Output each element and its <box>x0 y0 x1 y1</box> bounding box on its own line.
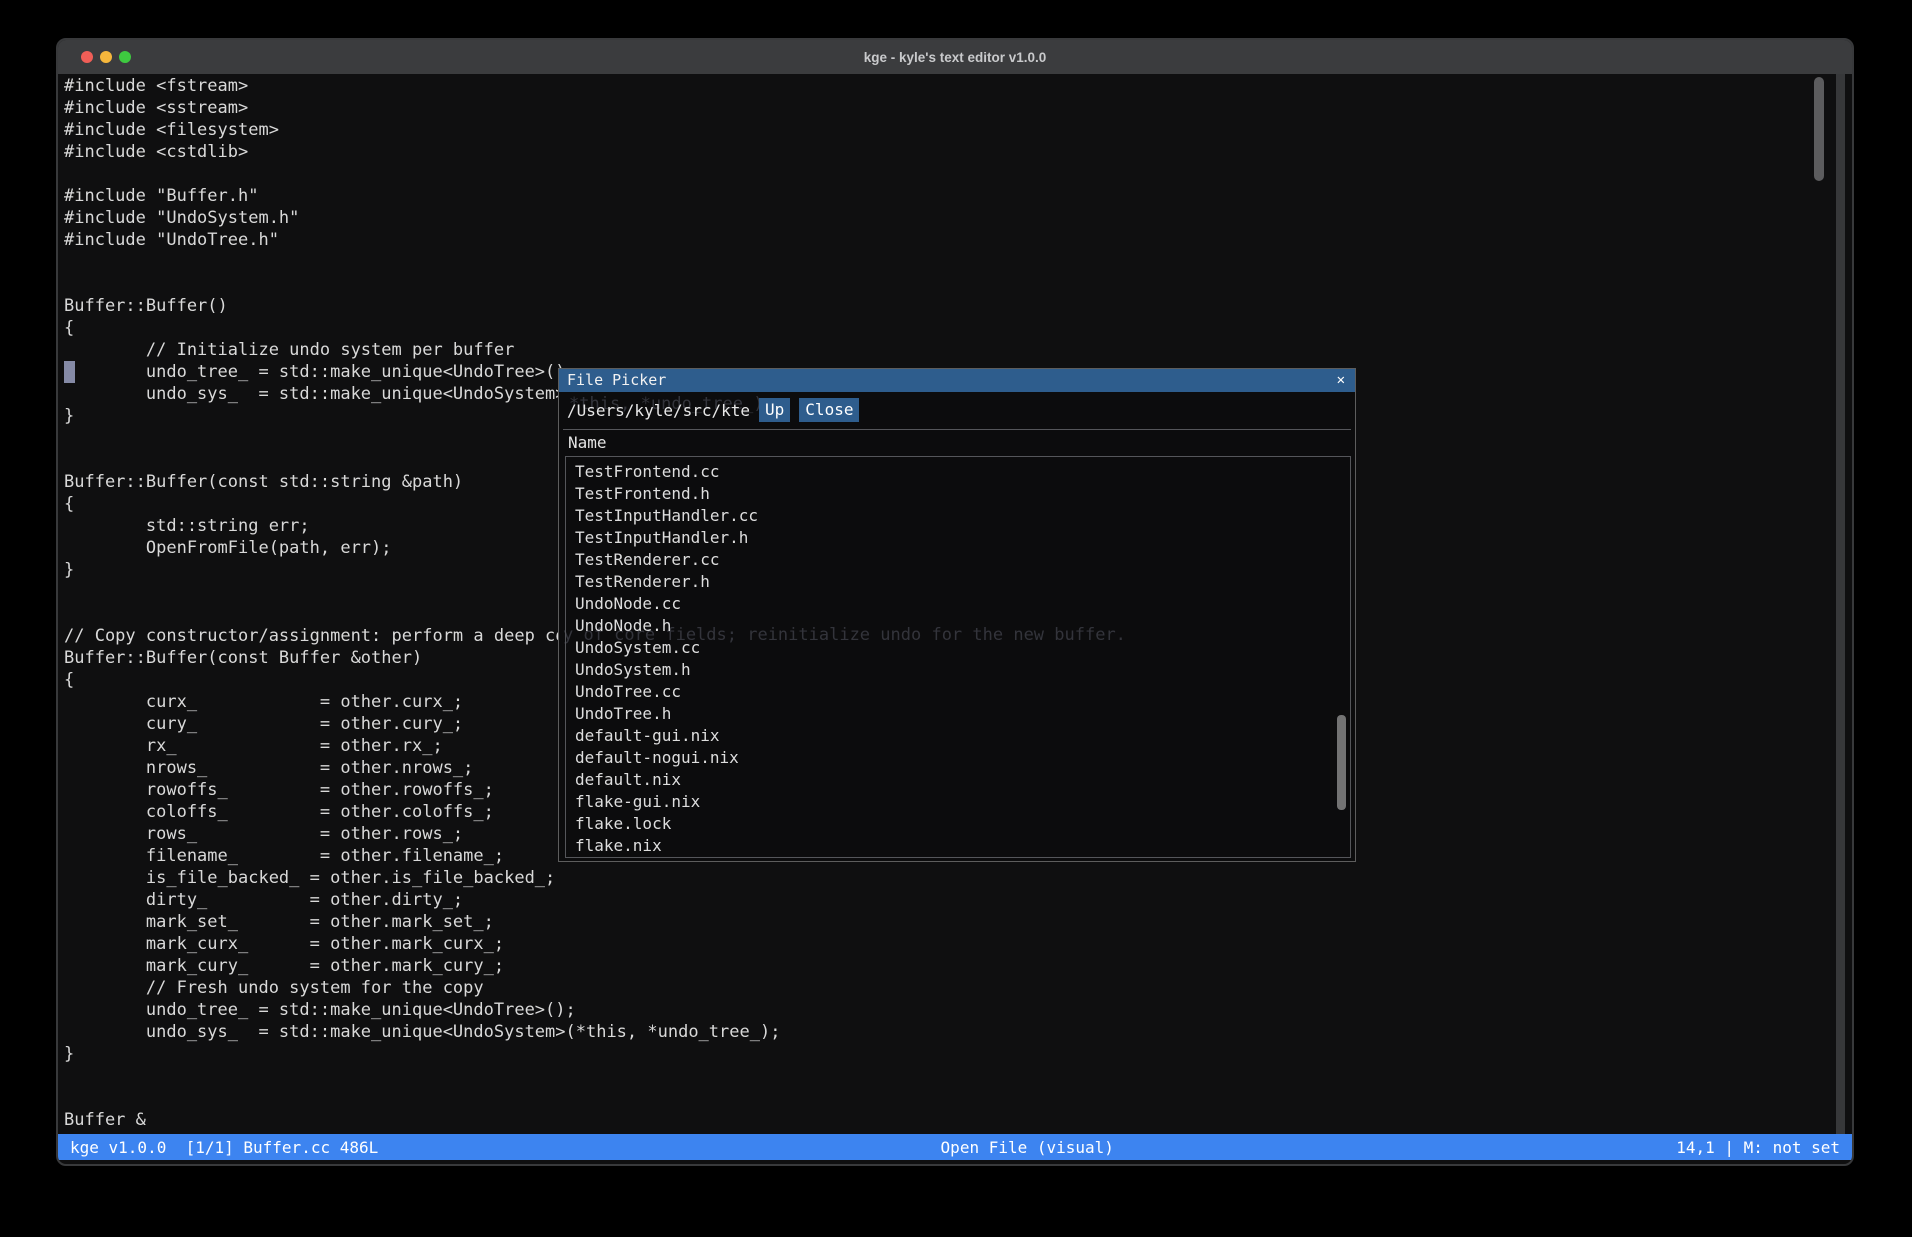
desktop: kge - kyle's text editor v1.0.0 #include… <box>0 0 1912 1237</box>
file-list-scrollbar-thumb[interactable] <box>1337 715 1346 810</box>
close-icon[interactable]: ✕ <box>1327 369 1355 392</box>
file-list-item[interactable]: flake-gui.nix <box>566 791 1350 813</box>
file-list-item[interactable]: UndoTree.cc <box>566 681 1350 703</box>
file-list-item[interactable]: TestFrontend.cc <box>566 461 1350 483</box>
file-list-item[interactable]: TestInputHandler.h <box>566 527 1350 549</box>
file-picker-dialog: File Picker ✕ *this, *undo_tree_); y of … <box>558 368 1356 862</box>
file-list-item[interactable]: flake.nix <box>566 835 1350 857</box>
file-list-item[interactable]: UndoNode.h <box>566 615 1350 637</box>
up-button[interactable]: Up <box>759 398 790 422</box>
file-list-item[interactable]: default-gui.nix <box>566 725 1350 747</box>
file-list-item[interactable]: default.nix <box>566 769 1350 791</box>
close-button[interactable]: Close <box>799 398 859 422</box>
file-list-item[interactable]: TestFrontend.h <box>566 483 1350 505</box>
file-list-item[interactable]: TestRenderer.cc <box>566 549 1350 571</box>
file-list-item[interactable]: default-nogui.nix <box>566 747 1350 769</box>
divider <box>563 429 1351 430</box>
file-list-item[interactable]: TestInputHandler.cc <box>566 505 1350 527</box>
status-bar: kge v1.0.0 [1/1] Buffer.cc 486L Open Fil… <box>58 1134 1852 1160</box>
editor-scrollbar-thumb[interactable] <box>1814 77 1824 181</box>
minimize-traffic-light-icon[interactable] <box>100 51 112 63</box>
status-right-cursor-info: 14,1 | M: not set <box>1676 1138 1852 1157</box>
status-center-mode: Open File (visual) <box>378 1138 1676 1157</box>
status-left-file-info: kge v1.0.0 [1/1] Buffer.cc 486L <box>58 1138 378 1157</box>
text-cursor <box>64 361 75 383</box>
file-list-item[interactable]: UndoSystem.h <box>566 659 1350 681</box>
file-list-item[interactable]: UndoSystem.cc <box>566 637 1350 659</box>
file-list-item[interactable]: UndoTree.h <box>566 703 1350 725</box>
current-path: /Users/kyle/src/kte <box>567 401 750 420</box>
editor-scrollbar-track[interactable] <box>1836 74 1845 1138</box>
file-list-item[interactable]: TestRenderer.h <box>566 571 1350 593</box>
file-list-item[interactable]: flake.lock <box>566 813 1350 835</box>
window-title: kge - kyle's text editor v1.0.0 <box>58 50 1852 65</box>
file-picker-path-row: /Users/kyle/src/kte Up Close <box>567 398 859 422</box>
window-titlebar[interactable]: kge - kyle's text editor v1.0.0 <box>58 40 1852 74</box>
traffic-lights <box>81 51 131 63</box>
file-picker-titlebar[interactable]: File Picker ✕ <box>559 369 1355 392</box>
zoom-traffic-light-icon[interactable] <box>119 51 131 63</box>
close-traffic-light-icon[interactable] <box>81 51 93 63</box>
file-picker-title: File Picker <box>567 369 666 392</box>
file-list: TestFrontend.ccTestFrontend.hTestInputHa… <box>565 456 1351 858</box>
editor-window: kge - kyle's text editor v1.0.0 #include… <box>56 38 1854 1166</box>
file-list-item[interactable]: UndoNode.cc <box>566 593 1350 615</box>
name-column-header: Name <box>568 433 607 452</box>
